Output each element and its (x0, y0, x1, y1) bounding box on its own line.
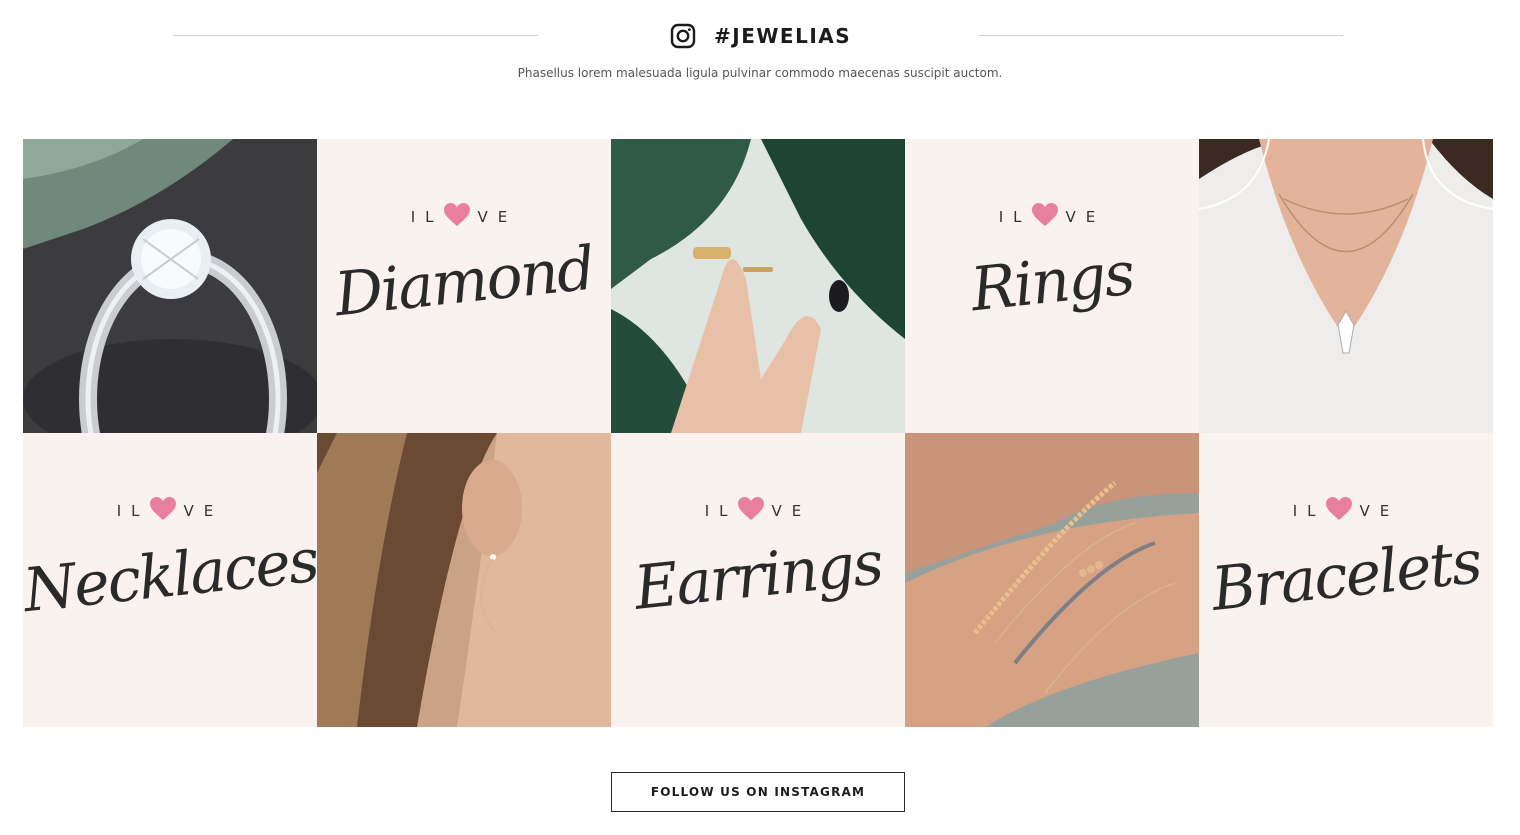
category-word: Necklaces (23, 525, 317, 627)
rings-hand-image (611, 139, 905, 433)
instagram-icon[interactable] (670, 23, 696, 49)
love-line: I L V E (1199, 497, 1493, 525)
love-letter: I (116, 502, 132, 520)
hashtag-title: #JEWELIAS (714, 24, 852, 48)
tile-love-bracelets[interactable]: I L V E Bracelets (1199, 433, 1493, 727)
love-letter: V (771, 502, 792, 520)
necklace-image (1199, 139, 1493, 433)
section-header: #JEWELIAS (0, 20, 1520, 52)
love-line: I L V E (611, 497, 905, 525)
follow-instagram-button[interactable]: FOLLOW US ON INSTAGRAM (611, 772, 905, 812)
love-letter: V (183, 502, 204, 520)
heart-icon (1031, 203, 1058, 231)
love-letter: E (497, 208, 518, 226)
love-letter: I (704, 502, 720, 520)
divider-right (979, 35, 1343, 36)
love-letter: E (791, 502, 812, 520)
tile-love-rings[interactable]: I L V E Rings (905, 139, 1199, 433)
love-letter: V (1359, 502, 1380, 520)
tile-love-diamond[interactable]: I L V E Diamond (317, 139, 611, 433)
heart-icon (1325, 497, 1352, 525)
love-letter: I (410, 208, 426, 226)
tile-love-earrings[interactable]: I L V E Earrings (611, 433, 905, 727)
category-word: Rings (967, 238, 1137, 326)
love-letter: L (1013, 208, 1032, 226)
title-wrap: #JEWELIAS (670, 20, 851, 52)
heart-icon (149, 497, 176, 525)
photo-bracelets[interactable] (905, 433, 1199, 727)
love-letter: V (477, 208, 498, 226)
heart-icon (737, 497, 764, 525)
photo-necklace[interactable] (1199, 139, 1493, 433)
love-line: I L V E (23, 497, 317, 525)
love-letter: I (998, 208, 1014, 226)
heart-icon (443, 203, 470, 231)
instagram-grid: I L V E Diamond I L V E Rings I L V E Ne… (23, 139, 1493, 727)
section-subtitle: Phasellus lorem malesuada ligula pulvina… (517, 66, 1003, 80)
love-letter: L (719, 502, 738, 520)
bracelets-image (905, 433, 1199, 727)
instagram-section: #JEWELIAS Phasellus lorem malesuada ligu… (0, 0, 1520, 835)
photo-earring[interactable] (317, 433, 611, 727)
category-word: Earrings (631, 528, 885, 624)
love-letter: E (1085, 208, 1106, 226)
love-line: I L V E (905, 203, 1199, 231)
love-letter: E (203, 502, 224, 520)
photo-diamond-ring[interactable] (23, 139, 317, 433)
love-letter: L (131, 502, 150, 520)
diamond-ring-image (23, 139, 317, 433)
love-letter: E (1379, 502, 1400, 520)
love-letter: L (1307, 502, 1326, 520)
tile-love-necklaces[interactable]: I L V E Necklaces (23, 433, 317, 727)
love-letter: I (1292, 502, 1308, 520)
category-word: Diamond (331, 233, 597, 331)
category-word: Bracelets (1208, 527, 1484, 625)
photo-rings-hand[interactable] (611, 139, 905, 433)
love-letter: V (1065, 208, 1086, 226)
earring-image (317, 433, 611, 727)
love-letter: L (425, 208, 444, 226)
love-line: I L V E (317, 203, 611, 231)
divider-left (173, 35, 538, 36)
